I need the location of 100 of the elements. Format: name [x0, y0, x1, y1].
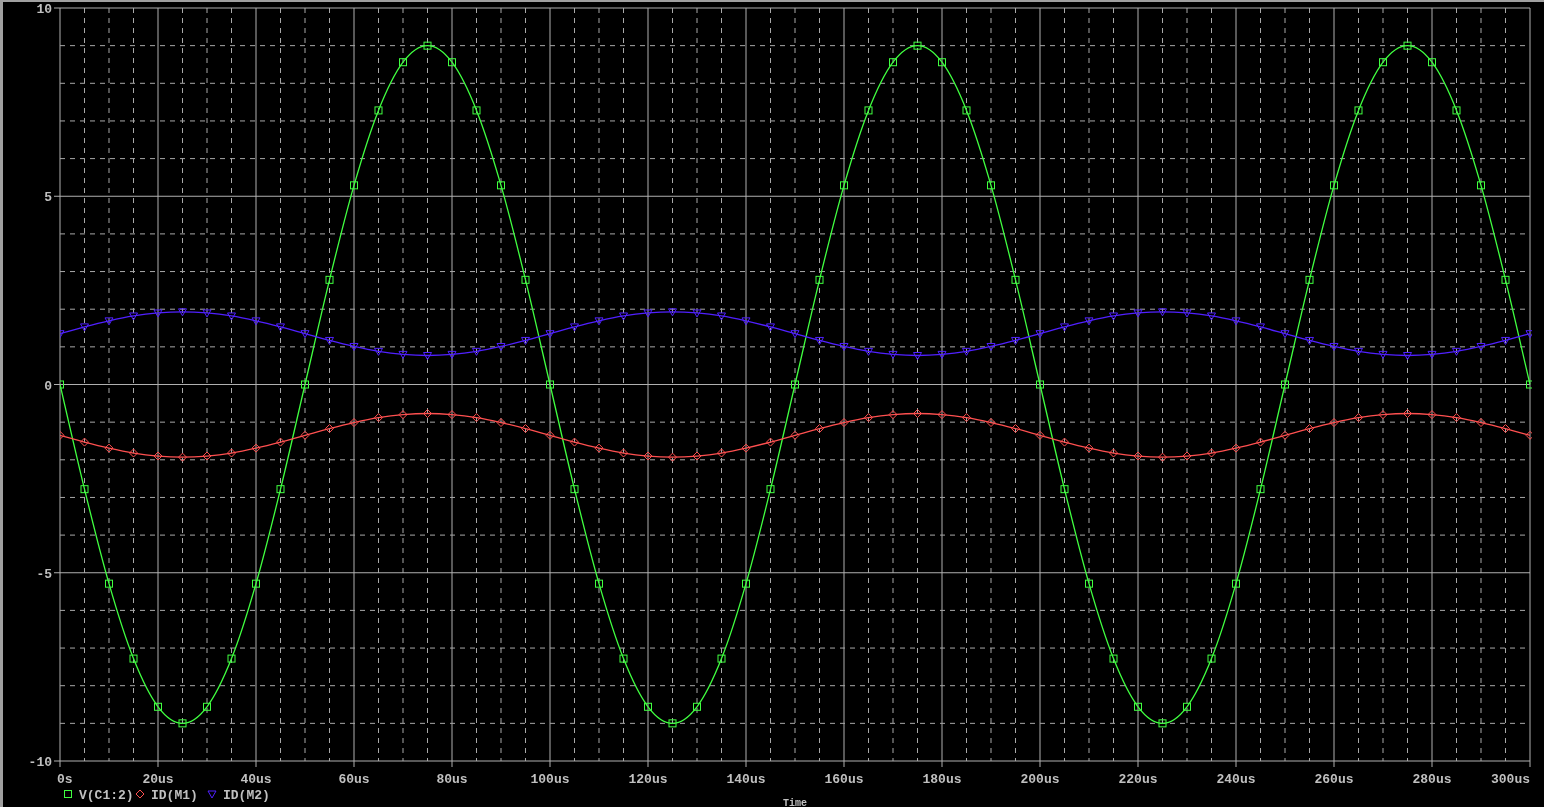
point-marker: [595, 579, 603, 588]
point-marker: [790, 330, 800, 339]
point-marker: [423, 352, 432, 360]
point-marker: [276, 485, 285, 494]
point-marker: [153, 309, 163, 318]
point-marker: [644, 702, 652, 711]
point-marker: [349, 342, 359, 351]
point-marker: [521, 275, 530, 284]
point-marker: [1330, 181, 1338, 190]
point-marker: [1182, 451, 1192, 461]
legend-label: ID(M2): [223, 788, 270, 803]
point-marker: [1011, 336, 1020, 345]
point-marker: [1060, 485, 1069, 494]
point-marker: [545, 330, 555, 339]
point-marker: [742, 579, 750, 588]
point-marker: [1525, 330, 1532, 339]
point-marker: [717, 448, 726, 458]
point-marker: [1305, 275, 1314, 284]
point-marker: [1183, 702, 1191, 711]
point-marker: [962, 106, 971, 115]
point-marker: [962, 413, 971, 423]
point-marker: [472, 347, 481, 356]
point-marker: [1476, 418, 1486, 428]
tick-label: 300us: [1491, 772, 1530, 787]
point-marker: [1403, 409, 1412, 418]
point-marker: [643, 451, 653, 461]
point-marker: [1256, 485, 1265, 494]
point-marker: [987, 181, 995, 190]
point-marker: [1305, 424, 1314, 434]
point-marker: [1427, 350, 1437, 359]
point-marker: [668, 308, 677, 317]
point-marker: [668, 452, 677, 462]
point-marker: [1280, 330, 1290, 339]
tick-label: 280us: [1412, 772, 1452, 787]
point-marker: [1182, 309, 1192, 318]
point-marker: [1084, 443, 1094, 453]
point-marker: [839, 342, 849, 351]
point-marker: [1158, 452, 1167, 462]
tick-label: 100us: [530, 772, 570, 787]
point-marker: [1060, 437, 1069, 447]
point-marker: [129, 448, 138, 458]
point-marker: [374, 347, 383, 356]
point-marker: [1427, 410, 1437, 420]
point-marker: [398, 410, 408, 420]
point-marker: [374, 106, 383, 115]
tick-label: 240us: [1216, 772, 1256, 787]
point-marker: [300, 430, 310, 440]
point-marker: [693, 702, 701, 711]
point-marker: [986, 418, 996, 428]
point-marker: [1084, 317, 1094, 326]
point-marker: [839, 418, 849, 428]
tick-label: 0s: [57, 772, 73, 787]
point-marker: [619, 654, 628, 663]
point-marker: [496, 418, 506, 428]
point-marker: [350, 181, 358, 190]
legend-label: V(C1:2): [79, 788, 134, 803]
point-marker: [496, 342, 506, 351]
point-marker: [129, 312, 138, 321]
point-marker: [1477, 181, 1485, 190]
point-marker: [962, 347, 971, 356]
point-marker: [227, 312, 236, 321]
point-marker: [1085, 579, 1093, 588]
tick-label: -10: [28, 755, 52, 770]
point-marker: [349, 418, 359, 428]
point-marker: [888, 410, 898, 420]
point-marker: [1035, 430, 1045, 440]
point-marker: [913, 409, 922, 418]
tick-label: -5: [36, 566, 52, 582]
point-marker: [1525, 430, 1532, 440]
point-marker: [1231, 443, 1241, 453]
point-marker: [154, 702, 162, 711]
point-marker: [1280, 430, 1290, 440]
point-marker: [790, 430, 800, 440]
tick-label: 180us: [922, 772, 962, 787]
point-marker: [105, 579, 113, 588]
point-marker: [227, 654, 236, 663]
point-marker: [60, 330, 65, 339]
point-marker: [104, 317, 114, 326]
point-marker: [178, 452, 187, 462]
point-marker: [913, 41, 922, 50]
point-marker: [1452, 347, 1461, 356]
point-marker: [1378, 410, 1388, 420]
point-marker: [1354, 347, 1363, 356]
point-marker: [937, 350, 947, 359]
point-marker: [80, 485, 89, 494]
point-marker: [815, 275, 824, 284]
point-marker: [1256, 323, 1265, 332]
point-marker: [815, 424, 824, 434]
legend-triangle-icon: [207, 790, 217, 799]
point-marker: [570, 437, 579, 447]
tick-label: 140us: [726, 772, 766, 787]
point-marker: [447, 410, 457, 420]
tick-label: 10: [36, 2, 52, 17]
point-marker: [717, 654, 726, 663]
point-marker: [1281, 380, 1289, 389]
point-marker: [472, 413, 481, 423]
point-marker: [398, 350, 408, 359]
point-marker: [888, 350, 898, 359]
point-marker: [1231, 317, 1241, 326]
point-marker: [1428, 58, 1436, 67]
